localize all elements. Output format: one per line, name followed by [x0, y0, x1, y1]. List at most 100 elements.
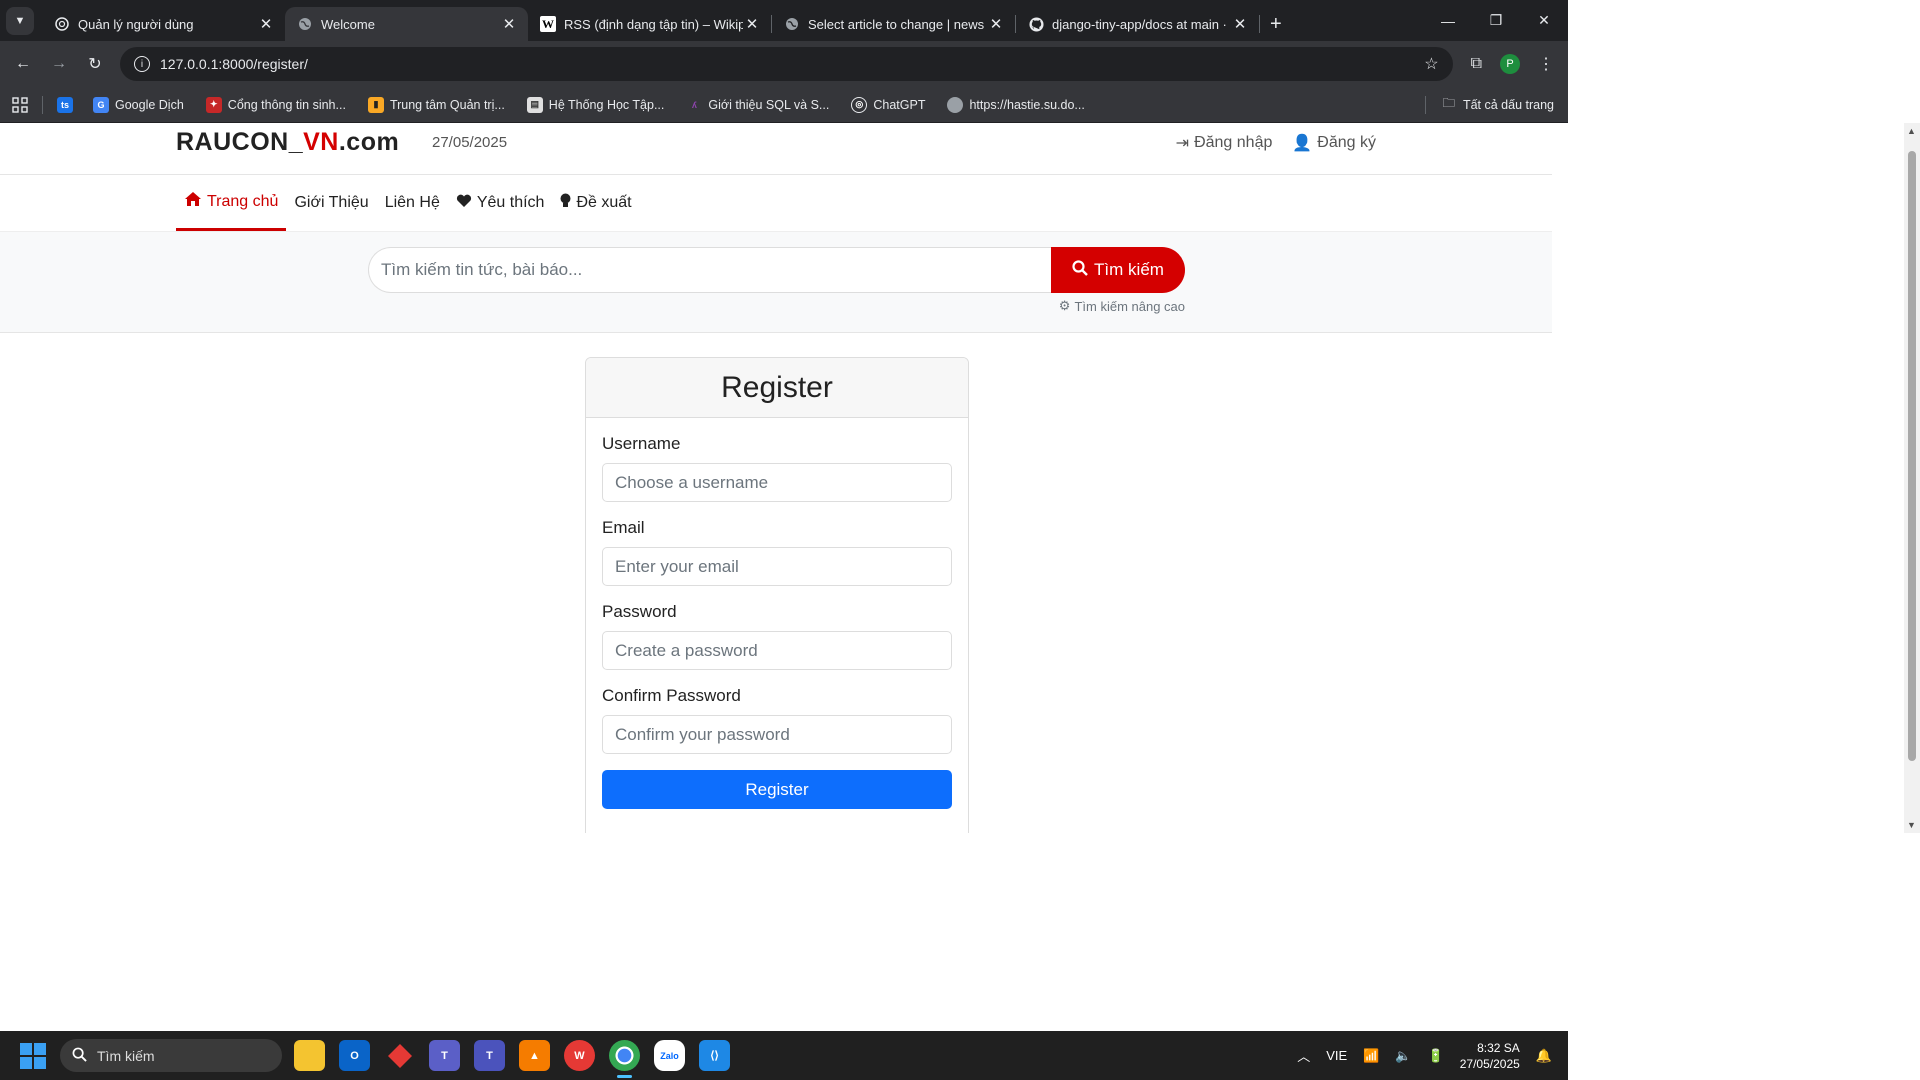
close-icon[interactable]: ✕ [257, 15, 275, 33]
profile-avatar[interactable]: P [1500, 54, 1520, 74]
back-arrow-icon[interactable]: ← [8, 49, 38, 79]
browser-tab[interactable]: Quản lý người dùng ✕ [42, 7, 285, 41]
chrome-icon[interactable] [609, 1040, 640, 1078]
bookmark-item[interactable]: ◎ ChatGPT [851, 96, 926, 113]
vscode-icon[interactable]: ⟨⟩ [699, 1040, 730, 1071]
sql-icon: ʎ [691, 99, 697, 110]
web-page: RAUCON_VN.com 27/05/2025 ⇥ Đăng nhập 👤 Đăn… [0, 123, 1552, 833]
extensions-puzzle-icon[interactable]: ⧉ [1471, 55, 1482, 73]
signup-link[interactable]: 👤 Đăng ký [1292, 133, 1376, 153]
page-scrollbar[interactable]: ▲ ▼ [1904, 123, 1920, 833]
globe-icon [947, 96, 964, 113]
bookmark-item[interactable]: ✦ Cổng thông tin sinh... [205, 96, 346, 113]
minimize-icon[interactable]: — [1424, 0, 1472, 41]
nav-item-favorites[interactable]: Yêu thích [448, 175, 553, 231]
browser-tab-active[interactable]: Welcome ✕ [285, 7, 528, 41]
wikipedia-icon: W [540, 16, 556, 32]
browser-tab[interactable]: W RSS (định dạng tập tin) – Wikip ✕ [528, 7, 771, 41]
apps-grid-icon[interactable] [12, 96, 28, 113]
bookmark-item[interactable]: https://hastie.su.do... [947, 96, 1085, 113]
email-input[interactable] [602, 547, 952, 586]
outlook-icon[interactable]: O [339, 1040, 370, 1071]
bookmark-item[interactable]: ▤ Hệ Thống Học Tập... [526, 96, 664, 113]
restore-icon[interactable]: ❐ [1472, 0, 1520, 41]
forward-arrow-icon[interactable]: → [44, 49, 74, 79]
all-bookmarks-folder[interactable]: 🗀 Tất cả dấu trang [1425, 94, 1554, 115]
browser-tab[interactable]: Select article to change | news a ✕ [772, 7, 1015, 41]
github-icon [1028, 16, 1044, 32]
notification-icon[interactable]: 🔔 [1536, 1048, 1552, 1064]
toolbar-right: ⧉ P ⋮ [1471, 54, 1560, 74]
register-button[interactable]: Register [602, 770, 952, 809]
language-indicator[interactable]: VIE [1326, 1048, 1347, 1063]
system-tray: ︿ VIE 📶 🔈 🔋 8:32 SA 27/05/2025 🔔 [1297, 1040, 1552, 1072]
tab-divider [1259, 15, 1260, 33]
red-diamond-app-icon[interactable] [384, 1040, 415, 1071]
nav-item-home[interactable]: Trang chủ [176, 175, 287, 231]
volume-icon[interactable]: 🔈 [1395, 1048, 1411, 1064]
bookmark-label: ChatGPT [873, 97, 926, 112]
username-group: Username [602, 434, 952, 502]
auth-links: ⇥ Đăng nhập 👤 Đăng ký [1176, 133, 1376, 153]
bookmark-item[interactable]: ▮ Trung tâm Quản trị... [367, 96, 505, 113]
close-icon[interactable]: ✕ [743, 15, 761, 33]
chatgpt-icon [54, 16, 70, 32]
scroll-up-arrow-icon[interactable]: ▲ [1907, 126, 1916, 136]
password-input[interactable] [602, 631, 952, 670]
site-logo[interactable]: RAUCON_VN.com [176, 128, 399, 157]
url-text[interactable]: 127.0.0.1:8000/register/ [160, 56, 1424, 72]
bookmark-label: Cổng thông tin sinh... [227, 97, 346, 112]
browser-tab-strip: ▼ Quản lý người dùng ✕ Welcome ✕ W RSS (… [0, 0, 1568, 41]
scrollbar-thumb[interactable] [1908, 151, 1916, 761]
bookmark-item[interactable]: ʎ Giới thiệu SQL và S... [686, 97, 830, 113]
zalo-icon[interactable]: Zalo [654, 1040, 685, 1071]
search-form: Tìm kiếm [368, 247, 1185, 293]
nav-item-contact[interactable]: Liên Hệ [377, 175, 448, 231]
search-icon [1072, 259, 1088, 281]
heart-icon [456, 194, 472, 213]
register-card: Register Username Email Password Confirm… [585, 357, 969, 833]
username-input[interactable] [602, 463, 952, 502]
file-explorer-icon[interactable] [294, 1040, 325, 1071]
system-clock[interactable]: 8:32 SA 27/05/2025 [1460, 1040, 1520, 1072]
orange-app-icon[interactable]: ▲ [519, 1040, 550, 1071]
wifi-icon[interactable]: 📶 [1363, 1048, 1379, 1064]
address-bar[interactable]: i 127.0.0.1:8000/register/ ☆ [120, 47, 1453, 81]
search-input[interactable] [368, 247, 1051, 293]
close-icon[interactable]: ✕ [1231, 15, 1249, 33]
scroll-down-arrow-icon[interactable]: ▼ [1907, 820, 1916, 830]
close-icon[interactable]: ✕ [500, 15, 518, 33]
teams-classic-icon[interactable]: T [474, 1040, 505, 1071]
tab-list: Quản lý người dùng ✕ Welcome ✕ W RSS (đị… [42, 7, 1282, 41]
tab-search-button[interactable]: ▼ [6, 6, 34, 35]
nav-item-about[interactable]: Giới Thiệu [286, 175, 376, 231]
windows-start-icon[interactable] [20, 1042, 46, 1069]
bookmark-item[interactable]: ts [57, 96, 79, 113]
close-icon[interactable]: ✕ [987, 15, 1005, 33]
register-title: Register [586, 358, 968, 418]
admin-icon: ▮ [367, 96, 384, 113]
advanced-search-link[interactable]: ⚙ Tìm kiếm nâng cao [1059, 298, 1185, 314]
chevron-up-icon[interactable]: ︿ [1297, 1046, 1310, 1065]
learning-icon: ▤ [526, 96, 543, 113]
clock-time: 8:32 SA [1477, 1040, 1520, 1055]
new-tab-plus-icon[interactable]: + [1270, 13, 1282, 36]
site-info-icon[interactable]: i [134, 56, 150, 72]
confirm-password-input[interactable] [602, 715, 952, 754]
portal-icon: ✦ [205, 96, 222, 113]
battery-icon[interactable]: 🔋 [1428, 1048, 1444, 1064]
teams-icon[interactable]: T [429, 1040, 460, 1071]
lightbulb-icon [560, 193, 571, 214]
bookmark-item[interactable]: G Google Dịch [93, 96, 184, 113]
reload-icon[interactable]: ↻ [80, 49, 110, 79]
search-button[interactable]: Tìm kiếm [1051, 247, 1185, 293]
taskbar-search[interactable]: Tìm kiếm [60, 1039, 282, 1072]
window-close-icon[interactable]: ✕ [1520, 0, 1568, 41]
bookmark-star-icon[interactable]: ☆ [1424, 54, 1438, 74]
nav-item-suggest[interactable]: Đề xuất [552, 175, 639, 231]
browser-tab[interactable]: django-tiny-app/docs at main · ✕ [1016, 7, 1259, 41]
wps-office-icon[interactable]: W [564, 1040, 595, 1071]
windows-taskbar: Tìm kiếm O T T ▲ W Zalo ⟨⟩ ︿ VIE 📶 🔈 🔋 8… [0, 1031, 1568, 1080]
kebab-menu-icon[interactable]: ⋮ [1538, 54, 1554, 74]
login-link[interactable]: ⇥ Đăng nhập [1176, 133, 1273, 153]
